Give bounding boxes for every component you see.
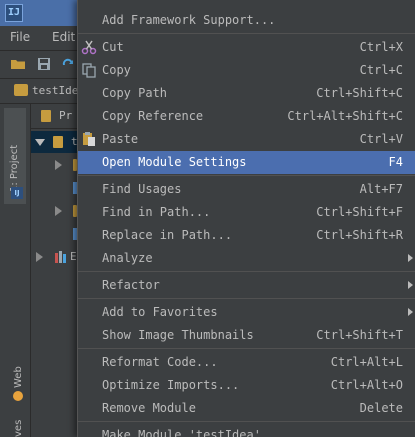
- menu-edit[interactable]: Edit: [52, 30, 75, 44]
- menu-item-label: Cut: [102, 40, 124, 54]
- menu-item-refactor[interactable]: Refactor: [78, 274, 415, 297]
- project-view-icon: [41, 110, 51, 122]
- menu-item-shortcut: Delete: [359, 401, 403, 415]
- menu-item-replace-in-path[interactable]: Replace in Path... Ctrl+Shift+R: [78, 224, 415, 247]
- menu-item-paste[interactable]: Paste Ctrl+V: [78, 128, 415, 151]
- menu-item-shortcut: Ctrl+Alt+Shift+C: [287, 109, 403, 123]
- external-libraries-icon: [55, 251, 66, 263]
- menu-item-shortcut: Ctrl+X: [359, 40, 403, 54]
- menu-item-copy-path[interactable]: Copy Path Ctrl+Shift+C: [78, 82, 415, 105]
- web-tab-label[interactable]: Web: [13, 366, 24, 388]
- copy-icon: [82, 63, 96, 78]
- menu-item-shortcut: Ctrl+Shift+R: [316, 228, 403, 242]
- collapse-arrow-icon[interactable]: [35, 139, 45, 146]
- context-menu: Add Framework Support... Cut Ctrl+X Copy…: [77, 0, 415, 437]
- menu-item-shortcut: F4: [388, 155, 403, 169]
- menu-item-copy[interactable]: Copy Ctrl+C: [78, 59, 415, 82]
- menu-item-show-image-thumbnails[interactable]: Show Image Thumbnails Ctrl+Shift+T: [78, 324, 415, 347]
- nav-project-label[interactable]: testIde: [32, 84, 78, 97]
- menu-item-shortcut: Ctrl+C: [359, 63, 403, 77]
- menu-item-label: Add Framework Support...: [102, 13, 276, 27]
- expand-arrow-icon[interactable]: [55, 206, 62, 216]
- menu-item-label: Find Usages: [102, 182, 182, 196]
- expand-arrow-icon[interactable]: [55, 160, 62, 170]
- menu-item-label: Copy: [102, 63, 131, 77]
- menu-item-find-usages[interactable]: Find Usages Alt+F7: [78, 178, 415, 201]
- expand-arrow-icon[interactable]: [36, 252, 43, 262]
- scissors-icon: [81, 40, 97, 55]
- submenu-arrow-icon: [408, 254, 413, 262]
- menu-item-find-in-path[interactable]: Find in Path... Ctrl+Shift+F: [78, 201, 415, 224]
- module-folder-icon: [53, 136, 63, 148]
- bottom-tab-label[interactable]: ves: [13, 420, 24, 437]
- sync-icon[interactable]: [60, 56, 76, 72]
- menu-item-analyze[interactable]: Analyze: [78, 247, 415, 270]
- menu-item-label: Show Image Thumbnails: [102, 328, 254, 342]
- menu-item-remove-module[interactable]: Remove Module Delete: [78, 397, 415, 420]
- menu-separator: [78, 271, 415, 272]
- menu-item-cut[interactable]: Cut Ctrl+X: [78, 36, 415, 59]
- web-icon: [13, 391, 23, 401]
- menu-item-shortcut: Ctrl+Alt+L: [330, 355, 403, 369]
- project-tab-label: 1: Project: [9, 144, 20, 192]
- menu-item-label: Reformat Code...: [102, 355, 218, 369]
- menu-file[interactable]: File: [10, 30, 30, 44]
- menu-item-clipped[interactable]: [78, 0, 415, 2]
- intellij-app-icon[interactable]: IJ: [5, 4, 23, 22]
- menu-item-add-to-favorites[interactable]: Add to Favorites: [78, 301, 415, 324]
- menu-item-label: Paste: [102, 132, 139, 146]
- project-view-label[interactable]: Pr: [59, 109, 72, 122]
- menu-item-label: Add to Favorites: [102, 305, 218, 319]
- menu-separator: [78, 298, 415, 299]
- menu-item-label: Refactor: [102, 278, 160, 292]
- submenu-arrow-icon: [408, 281, 413, 289]
- menu-item-label: Analyze: [102, 251, 153, 265]
- menu-item-label: Copy Reference: [102, 109, 204, 123]
- menu-item-label: Open Module Settings: [102, 155, 247, 169]
- menu-item-label: Find in Path...: [102, 205, 211, 219]
- open-folder-icon[interactable]: [10, 56, 26, 72]
- structure-icon[interactable]: IJ: [11, 187, 23, 199]
- menu-item-label: Replace in Path...: [102, 228, 233, 242]
- menu-item-shortcut: Ctrl+Shift+F: [316, 205, 403, 219]
- menu-item-label: Optimize Imports...: [102, 378, 240, 392]
- menu-separator: [78, 421, 415, 422]
- menu-item-open-module-settings[interactable]: Open Module Settings F4: [78, 151, 415, 174]
- external-libraries-label: E: [70, 250, 77, 263]
- menu-item-shortcut: Ctrl+V: [359, 132, 403, 146]
- menu-separator: [78, 175, 415, 176]
- menu-item-shortcut: Ctrl+Alt+O: [330, 378, 403, 392]
- menu-item-shortcut: Ctrl+Shift+C: [316, 86, 403, 100]
- paste-icon: [83, 132, 95, 146]
- menu-item-shortcut: Ctrl+Shift+T: [316, 328, 403, 342]
- menu-item-label: Remove Module: [102, 401, 196, 415]
- submenu-arrow-icon: [408, 308, 413, 316]
- menu-item-label: Copy Path: [102, 86, 168, 100]
- menu-item-copy-reference[interactable]: Copy Reference Ctrl+Alt+Shift+C: [78, 105, 415, 128]
- module-folder-icon: [14, 84, 28, 96]
- menu-item-add-framework-support[interactable]: Add Framework Support...: [78, 9, 415, 32]
- menu-item-make-module[interactable]: Make Module 'testIdea': [78, 424, 415, 437]
- menu-item-label: Make Module 'testIdea': [102, 428, 261, 437]
- menu-item-shortcut: Alt+F7: [359, 182, 403, 196]
- menu-separator: [78, 348, 415, 349]
- save-icon[interactable]: [36, 56, 52, 72]
- menu-separator: [78, 33, 415, 34]
- menu-item-optimize-imports[interactable]: Optimize Imports... Ctrl+Alt+O: [78, 374, 415, 397]
- menu-item-reformat-code[interactable]: Reformat Code... Ctrl+Alt+L: [78, 351, 415, 374]
